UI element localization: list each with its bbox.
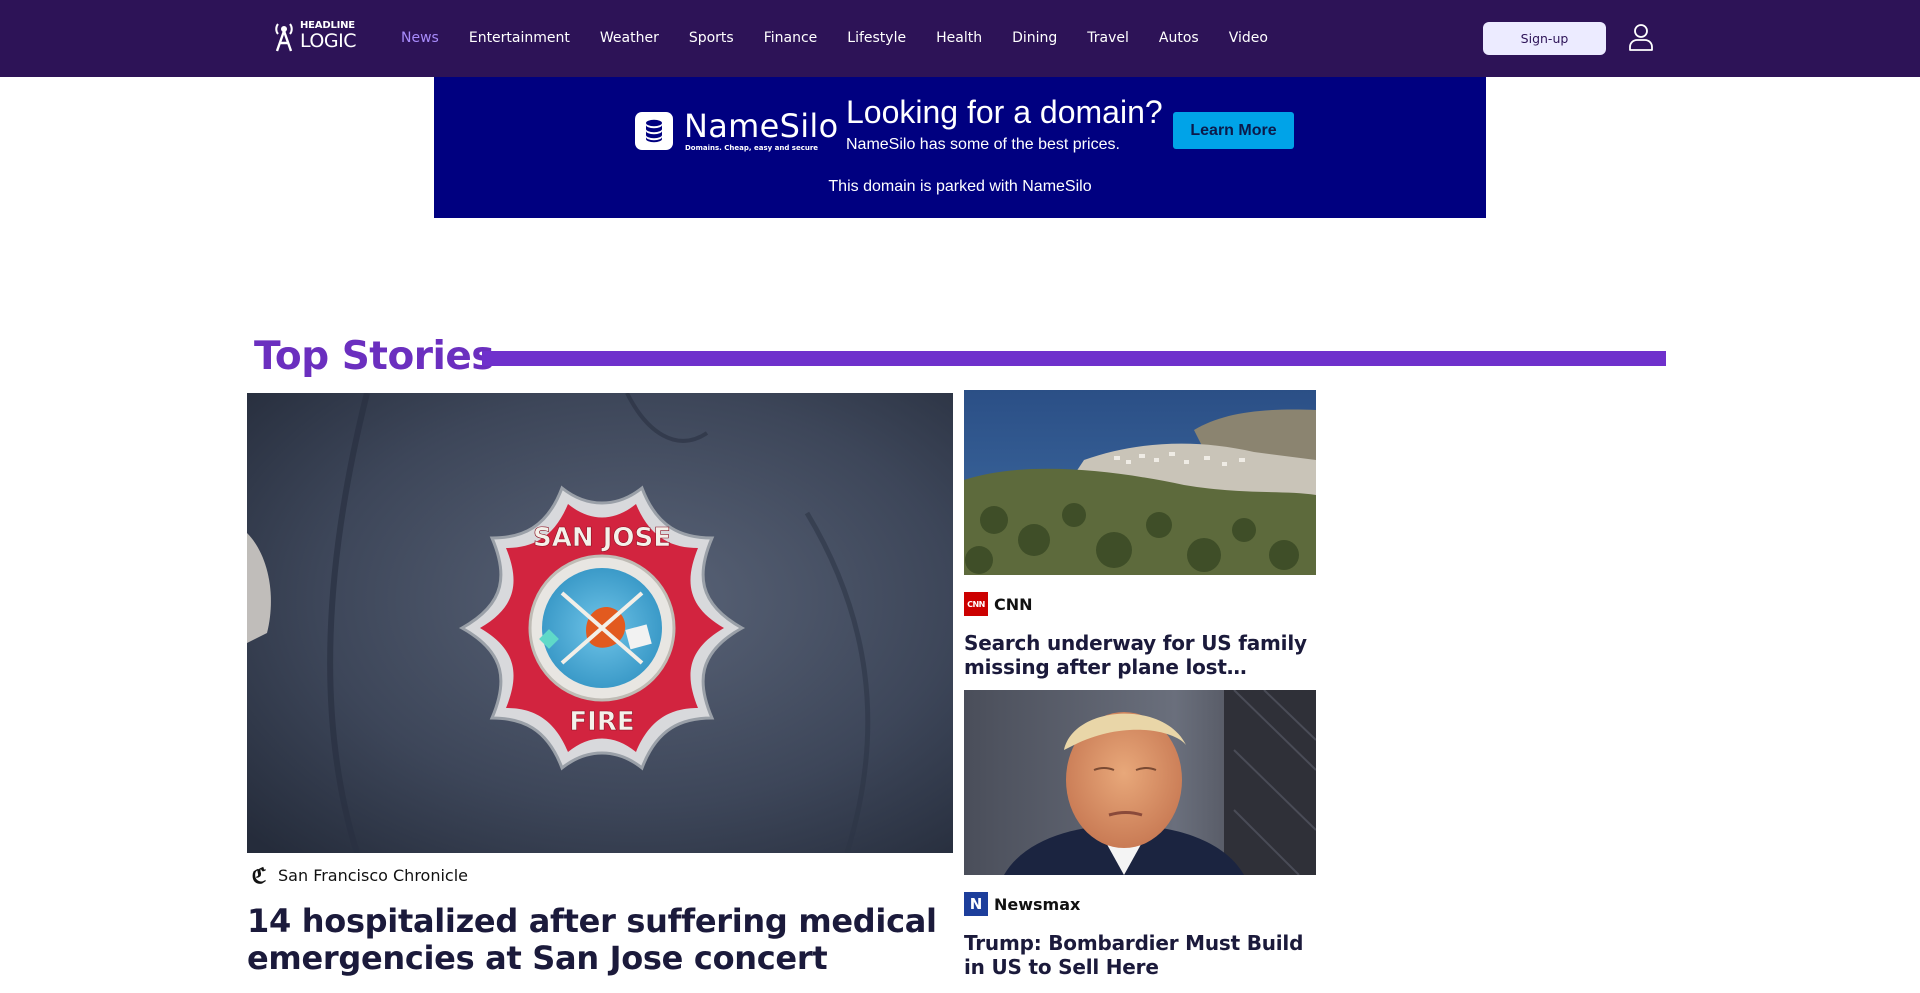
story-card-image-trump[interactable]	[964, 690, 1316, 875]
nav-travel[interactable]: Travel	[1087, 30, 1129, 46]
namesilo-tagline: Domains. Cheap, easy and secure	[685, 144, 819, 152]
user-icon[interactable]	[1628, 23, 1654, 51]
ad-subtext: NameSilo has some of the best prices.	[846, 136, 1120, 153]
nav-health[interactable]: Health	[936, 30, 982, 46]
nav-sports[interactable]: Sports	[689, 30, 734, 46]
sign-up-button[interactable]: Sign-up	[1483, 22, 1606, 55]
lead-story-headline[interactable]: 14 hospitalized after suffering medical …	[247, 903, 947, 977]
radio-tower-logo-icon	[275, 23, 293, 52]
lead-source-name: San Francisco Chronicle	[278, 865, 468, 885]
nav-lifestyle[interactable]: Lifestyle	[847, 30, 906, 46]
sf-chronicle-logo-icon: ℭ	[251, 862, 267, 888]
story-card-headline-bombardier[interactable]: Trump: Bombardier Must Build in US to Se…	[964, 931, 1316, 979]
nav-dining[interactable]: Dining	[1012, 30, 1057, 46]
card1-source-name: CNN	[994, 594, 1033, 614]
section-divider	[482, 351, 1666, 366]
story-card-source-newsmax[interactable]: N Newsmax	[964, 892, 1080, 916]
nav-autos[interactable]: Autos	[1159, 30, 1199, 46]
card2-source-name: Newsmax	[994, 894, 1081, 914]
ad-headline: Looking for a domain?	[846, 94, 1163, 130]
nav-weather[interactable]: Weather	[600, 30, 659, 46]
learn-more-button[interactable]: Learn More	[1173, 112, 1294, 149]
story-card-headline-plane[interactable]: Search underway for US family missing af…	[964, 631, 1316, 679]
ad-parked-text: This domain is parked with NameSilo	[828, 178, 1092, 195]
lead-story-image[interactable]: SAN JOSE FIRE	[247, 393, 953, 853]
lead-story-source[interactable]: ℭ San Francisco Chronicle	[248, 862, 468, 888]
logo-text-logic: LOGIC	[300, 30, 356, 52]
nav-video[interactable]: Video	[1229, 30, 1268, 46]
patch-text-fire: FIRE	[569, 707, 634, 737]
story-card-source-cnn[interactable]: CNN CNN	[964, 592, 1033, 616]
nav-entertainment[interactable]: Entertainment	[469, 30, 570, 46]
namesilo-logo: NameSilo Domains. Cheap, easy and secure	[635, 110, 838, 152]
card1-headline-text: Search underway for US family missing af…	[964, 631, 1307, 679]
top-navigation-bar: HEADLINE LOGIC News Entertainment Weathe…	[0, 0, 1920, 77]
database-icon	[635, 112, 673, 150]
newsmax-logo-icon: N	[964, 892, 988, 916]
namesilo-ad-banner[interactable]: NameSilo Domains. Cheap, easy and secure…	[434, 77, 1486, 218]
top-stories-heading: Top Stories	[254, 334, 495, 379]
patch-text-san-jose: SAN JOSE	[533, 523, 671, 553]
nav-finance[interactable]: Finance	[764, 30, 818, 46]
nav-news[interactable]: News	[401, 30, 439, 46]
cnn-logo-icon: CNN	[964, 592, 988, 616]
main-nav: News Entertainment Weather Sports Financ…	[401, 30, 1298, 46]
headline-logic-logo[interactable]: HEADLINE LOGIC	[272, 20, 356, 52]
namesilo-brand: NameSilo	[684, 107, 839, 145]
story-card-image-island[interactable]	[964, 390, 1316, 575]
